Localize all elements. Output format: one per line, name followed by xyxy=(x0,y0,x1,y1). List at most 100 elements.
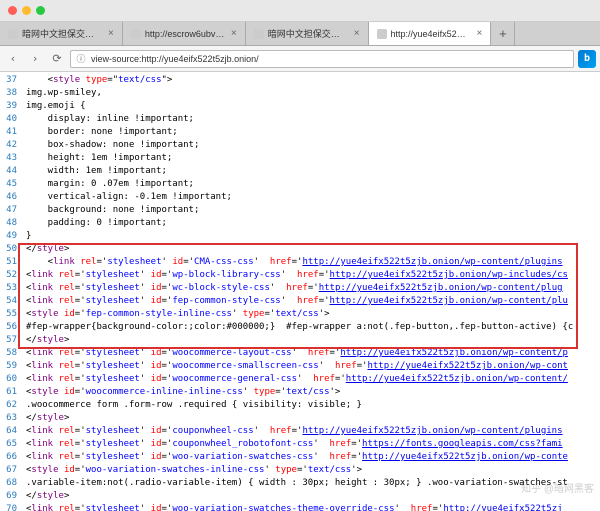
code-line: </style> xyxy=(26,490,600,503)
tab-label: http://escrow6ubvbwrnptanjxe... xyxy=(145,29,225,39)
code-line: img.wp-smiley, xyxy=(26,87,600,100)
code-line: img.emoji { xyxy=(26,100,600,113)
line-number: 59 xyxy=(0,360,20,373)
line-number: 53 xyxy=(0,282,20,295)
line-number: 49 xyxy=(0,230,20,243)
code-line: height: 1em !important; xyxy=(26,152,600,165)
code-line: <style type="text/css"> xyxy=(26,74,600,87)
favicon-icon xyxy=(254,29,264,39)
code-line: box-shadow: none !important; xyxy=(26,139,600,152)
code-line: <link rel='stylesheet' id='fep-common-st… xyxy=(26,295,600,308)
code-line: <link rel='stylesheet' id='CMA-css-css' … xyxy=(26,256,600,269)
line-number: 55 xyxy=(0,308,20,321)
line-number: 58 xyxy=(0,347,20,360)
info-icon: ⓘ xyxy=(75,53,87,65)
line-number: 37 xyxy=(0,74,20,87)
line-number: 64 xyxy=(0,425,20,438)
favicon-icon xyxy=(377,29,387,39)
code-line: <link rel='stylesheet' id='woocommerce-s… xyxy=(26,360,600,373)
tab-label: http://yue4eifx522t5zjb.onion/ xyxy=(391,29,471,39)
line-number: 50 xyxy=(0,243,20,256)
line-number: 56 xyxy=(0,321,20,334)
window-titlebar xyxy=(0,0,600,22)
code-line: vertical-align: -0.1em !important; xyxy=(26,191,600,204)
line-number: 60 xyxy=(0,373,20,386)
browser-tab[interactable]: 暗网中文担保交易市场 - ... × xyxy=(246,22,369,45)
watermark: 知乎 @暗网黑客 xyxy=(521,480,594,495)
line-number: 46 xyxy=(0,191,20,204)
code-line: <link rel='stylesheet' id='wp-block-libr… xyxy=(26,269,600,282)
line-number: 67 xyxy=(0,464,20,477)
favicon-icon xyxy=(8,29,18,39)
code-line: width: 1em !important; xyxy=(26,165,600,178)
line-number: 57 xyxy=(0,334,20,347)
code-line: display: inline !important; xyxy=(26,113,600,126)
line-number: 39 xyxy=(0,100,20,113)
source-code-view[interactable]: 3738394041424344454647484950515253545556… xyxy=(0,72,600,511)
code-line: <style id='woocommerce-inline-inline-css… xyxy=(26,386,600,399)
browser-tab[interactable]: 暗网中文担保交易市场 × xyxy=(0,22,123,45)
source-code-content: <style type="text/css">img.wp-smiley,img… xyxy=(22,72,600,511)
code-line: margin: 0 .07em !important; xyxy=(26,178,600,191)
line-number: 48 xyxy=(0,217,20,230)
tab-label: 暗网中文担保交易市场 xyxy=(22,27,102,40)
line-number: 42 xyxy=(0,139,20,152)
tab-label: 暗网中文担保交易市场 - ... xyxy=(268,27,348,40)
code-line: .variable-item:not(.radio-variable-item)… xyxy=(26,477,600,490)
line-number: 70 xyxy=(0,503,20,511)
line-number: 38 xyxy=(0,87,20,100)
line-number: 68 xyxy=(0,477,20,490)
code-line: <link rel='stylesheet' id='wc-block-styl… xyxy=(26,282,600,295)
code-line: <link rel='stylesheet' id='woo-variation… xyxy=(26,451,600,464)
url-input[interactable]: ⓘ view-source:http://yue4eifx522t5zjb.on… xyxy=(70,50,574,68)
browser-tab[interactable]: http://yue4eifx522t5zjb.onion/ × xyxy=(369,22,492,45)
reload-button[interactable]: ⟳ xyxy=(48,50,66,68)
line-number: 40 xyxy=(0,113,20,126)
browser-tab[interactable]: http://escrow6ubvbwrnptanjxe... × xyxy=(123,22,246,45)
line-number: 47 xyxy=(0,204,20,217)
code-line: <style id='woo-variation-swatches-inline… xyxy=(26,464,600,477)
line-number: 63 xyxy=(0,412,20,425)
close-window-icon[interactable] xyxy=(8,6,17,15)
favicon-icon xyxy=(131,29,141,39)
maximize-window-icon[interactable] xyxy=(36,6,45,15)
code-line: <link rel='stylesheet' id='woocommerce-g… xyxy=(26,373,600,386)
close-tab-icon[interactable]: × xyxy=(231,28,237,39)
line-number: 52 xyxy=(0,269,20,282)
close-tab-icon[interactable]: × xyxy=(354,28,360,39)
code-line: padding: 0 !important; xyxy=(26,217,600,230)
code-line: <link rel='stylesheet' id='woocommerce-l… xyxy=(26,347,600,360)
line-number: 69 xyxy=(0,490,20,503)
browser-tabs: 暗网中文担保交易市场×http://escrow6ubvbwrnptanjxe.… xyxy=(0,22,600,46)
code-line: <style id='fep-common-style-inline-css' … xyxy=(26,308,600,321)
line-number: 51 xyxy=(0,256,20,269)
line-number: 62 xyxy=(0,399,20,412)
code-line: </style> xyxy=(26,412,600,425)
edge-logo-icon[interactable]: b xyxy=(578,50,596,68)
code-line: background: none !important; xyxy=(26,204,600,217)
code-line: <link rel='stylesheet' id='woo-variation… xyxy=(26,503,600,511)
line-number: 54 xyxy=(0,295,20,308)
close-tab-icon[interactable]: × xyxy=(108,28,114,39)
code-line: </style> xyxy=(26,243,600,256)
line-number-gutter: 3738394041424344454647484950515253545556… xyxy=(0,72,20,511)
forward-button[interactable]: › xyxy=(26,50,44,68)
url-text: view-source:http://yue4eifx522t5zjb.onio… xyxy=(91,54,259,64)
close-tab-icon[interactable]: × xyxy=(477,28,483,39)
line-number: 43 xyxy=(0,152,20,165)
back-button[interactable]: ‹ xyxy=(4,50,22,68)
line-number: 44 xyxy=(0,165,20,178)
line-number: 61 xyxy=(0,386,20,399)
line-number: 65 xyxy=(0,438,20,451)
code-line: border: none !important; xyxy=(26,126,600,139)
line-number: 66 xyxy=(0,451,20,464)
address-bar: ‹ › ⟳ ⓘ view-source:http://yue4eifx522t5… xyxy=(0,46,600,72)
new-tab-button[interactable]: + xyxy=(491,22,515,45)
minimize-window-icon[interactable] xyxy=(22,6,31,15)
code-line: #fep-wrapper{background-color:;color:#00… xyxy=(26,321,600,334)
line-number: 41 xyxy=(0,126,20,139)
code-line: </style> xyxy=(26,334,600,347)
code-line: .woocommerce form .form-row .required { … xyxy=(26,399,600,412)
code-line: } xyxy=(26,230,600,243)
line-number: 45 xyxy=(0,178,20,191)
